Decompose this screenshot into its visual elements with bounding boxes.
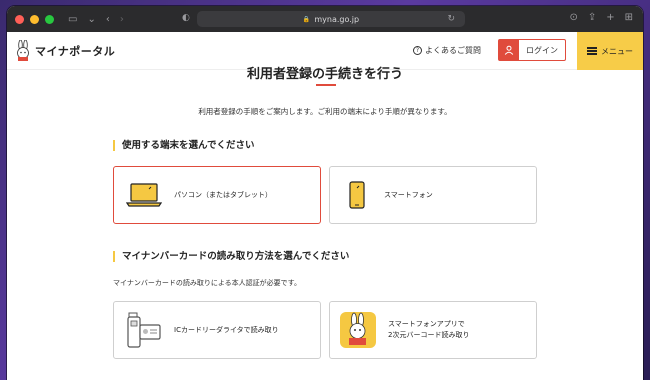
smartphone-icon	[348, 181, 366, 209]
chevron-down-icon[interactable]: ⌄	[87, 14, 95, 25]
device-option-smartphone-label: スマートフォン	[384, 190, 433, 199]
card-section-subtext: マイナンバーカードの読み取りによる本人認証が必要です。	[113, 279, 301, 287]
reload-icon[interactable]: ↻	[447, 14, 455, 24]
back-icon[interactable]: ‹	[106, 14, 110, 25]
tab-overview-icon[interactable]: ⊞	[625, 12, 633, 23]
new-tab-icon[interactable]: +	[606, 12, 614, 23]
browser-titlebar: ▭ ⌄ ‹ › ◐ 🔒 myna.go.jp ↻ ⊙ ⇪ + ⊞	[7, 6, 643, 32]
faq-label: よくあるご質問	[425, 46, 481, 55]
title-underline	[316, 84, 336, 86]
sidebar-toggle-icon[interactable]: ▭	[68, 14, 77, 25]
read-option-ic-reader-label: ICカードリーダライタで読み取り	[174, 325, 279, 334]
read-option-smartphone-app[interactable]: スマートフォンアプリで 2次元バーコード読み取り	[329, 301, 537, 359]
mascot-logo-icon	[15, 39, 31, 62]
read-option-ic-reader[interactable]: ICカードリーダライタで読み取り	[113, 301, 321, 359]
menu-label: メニュー	[601, 46, 633, 56]
site-logo[interactable]: マイナポータル	[15, 39, 116, 62]
minimize-window-button[interactable]	[30, 14, 39, 24]
card-section-heading: マイナンバーカードの読み取り方法を選んでください	[113, 251, 349, 262]
logo-text: マイナポータル	[35, 44, 116, 58]
forward-icon[interactable]: ›	[120, 14, 124, 25]
page-title: 利用者登録の手続きを行う	[246, 67, 403, 82]
lock-icon: 🔒	[302, 15, 311, 23]
lead-text: 利用者登録の手順をご案内します。ご利用の端末により手順が異なります。	[198, 107, 452, 116]
main-content: 利用者登録の手続きを行う 利用者登録の手順をご案内します。ご利用の端末により手順…	[7, 67, 643, 380]
window-controls	[15, 14, 54, 24]
device-option-pc-label: パソコン（またはタブレット）	[174, 190, 272, 199]
mynaportal-app-icon	[340, 312, 376, 348]
read-option-smartphone-app-label: スマートフォンアプリで 2次元バーコード読み取り	[388, 320, 470, 339]
zoom-window-button[interactable]	[45, 14, 54, 24]
download-icon[interactable]: ⊙	[569, 12, 577, 23]
faq-link[interactable]: ? よくあるご質問	[413, 45, 481, 56]
address-bar[interactable]: 🔒 myna.go.jp ↻	[197, 11, 465, 27]
question-icon: ?	[413, 46, 422, 55]
share-icon[interactable]: ⇪	[588, 12, 596, 23]
url-text: myna.go.jp	[314, 14, 360, 24]
device-section-heading: 使用する端末を選んでください	[113, 140, 255, 151]
login-button[interactable]: ログイン	[498, 39, 566, 61]
login-label: ログイン	[526, 45, 558, 55]
user-icon	[499, 40, 519, 60]
privacy-shield-icon[interactable]: ◐	[182, 13, 190, 23]
hamburger-icon	[587, 47, 597, 55]
close-window-button[interactable]	[15, 14, 24, 24]
device-option-smartphone[interactable]: スマートフォン	[329, 166, 537, 224]
browser-window: ▭ ⌄ ‹ › ◐ 🔒 myna.go.jp ↻ ⊙ ⇪ + ⊞ マイナポータル…	[7, 6, 643, 380]
laptop-icon	[126, 182, 162, 208]
card-reader-icon	[126, 311, 162, 349]
device-option-pc[interactable]: パソコン（またはタブレット）	[113, 166, 321, 224]
